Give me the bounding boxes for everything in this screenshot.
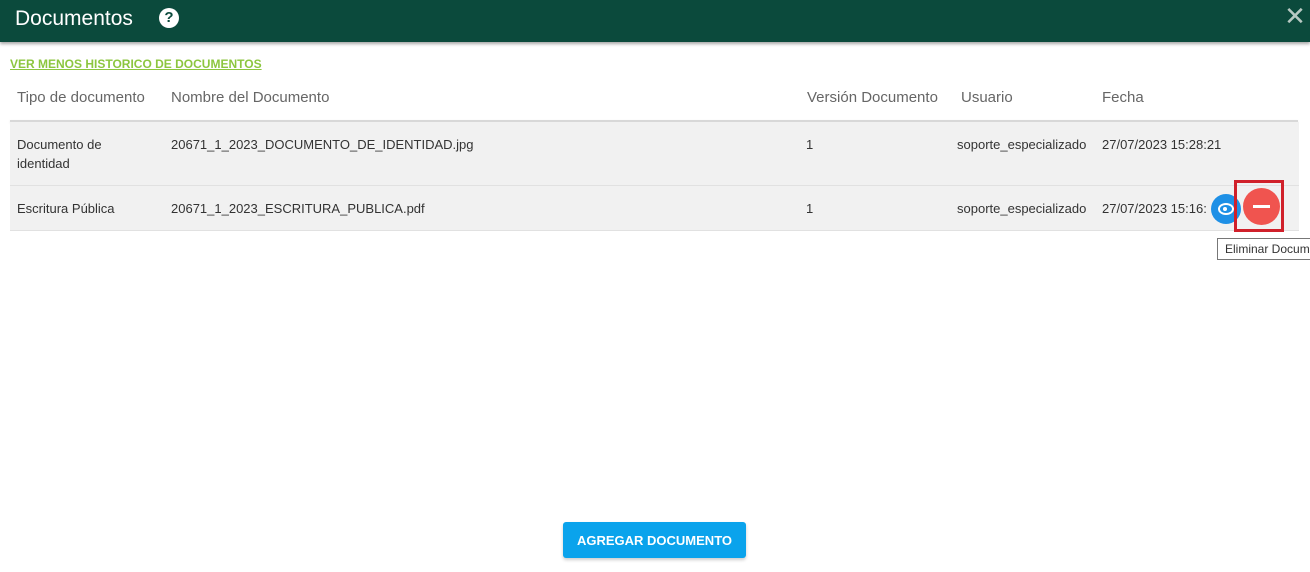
cell-document-name: 20671_1_2023_DOCUMENTO_DE_IDENTIDAD.jpg <box>171 137 474 152</box>
help-icon[interactable]: ? <box>159 8 179 28</box>
cell-document-type: Documento de identidad <box>17 137 102 171</box>
cell-document-date: 27/07/2023 15:16: <box>1102 201 1207 216</box>
column-header-type: Tipo de documento <box>17 89 145 106</box>
delete-document-button[interactable] <box>1243 188 1280 225</box>
column-header-user: Usuario <box>961 89 1013 106</box>
cell-document-date: 27/07/2023 15:28:21 <box>1102 137 1222 152</box>
delete-tooltip: Eliminar Documento <box>1217 238 1310 260</box>
cell-document-user: soporte_especializado <box>957 137 1087 152</box>
cell-document-type: Escritura Pública <box>17 201 115 216</box>
cell-document-user: soporte_especializado <box>957 201 1087 216</box>
dialog-header: Documentos ? ✕ <box>0 0 1310 42</box>
minus-icon <box>1253 205 1270 208</box>
column-header-date: Fecha <box>1102 89 1144 106</box>
column-header-version: Versión Documento <box>807 89 938 106</box>
dialog-title: Documentos <box>15 7 133 30</box>
eye-pupil <box>1223 207 1227 211</box>
history-toggle-link[interactable]: VER MENOS HISTORICO DE DOCUMENTOS <box>10 57 262 71</box>
cell-document-version: 1 <box>806 137 814 152</box>
table-row <box>10 122 1299 186</box>
add-document-button[interactable]: AGREGAR DOCUMENTO <box>563 522 746 558</box>
cell-document-version: 1 <box>806 201 814 216</box>
cell-document-name: 20671_1_2023_ESCRITURA_PUBLICA.pdf <box>171 201 425 216</box>
close-icon[interactable]: ✕ <box>1283 3 1307 29</box>
column-header-name: Nombre del Documento <box>171 89 330 106</box>
